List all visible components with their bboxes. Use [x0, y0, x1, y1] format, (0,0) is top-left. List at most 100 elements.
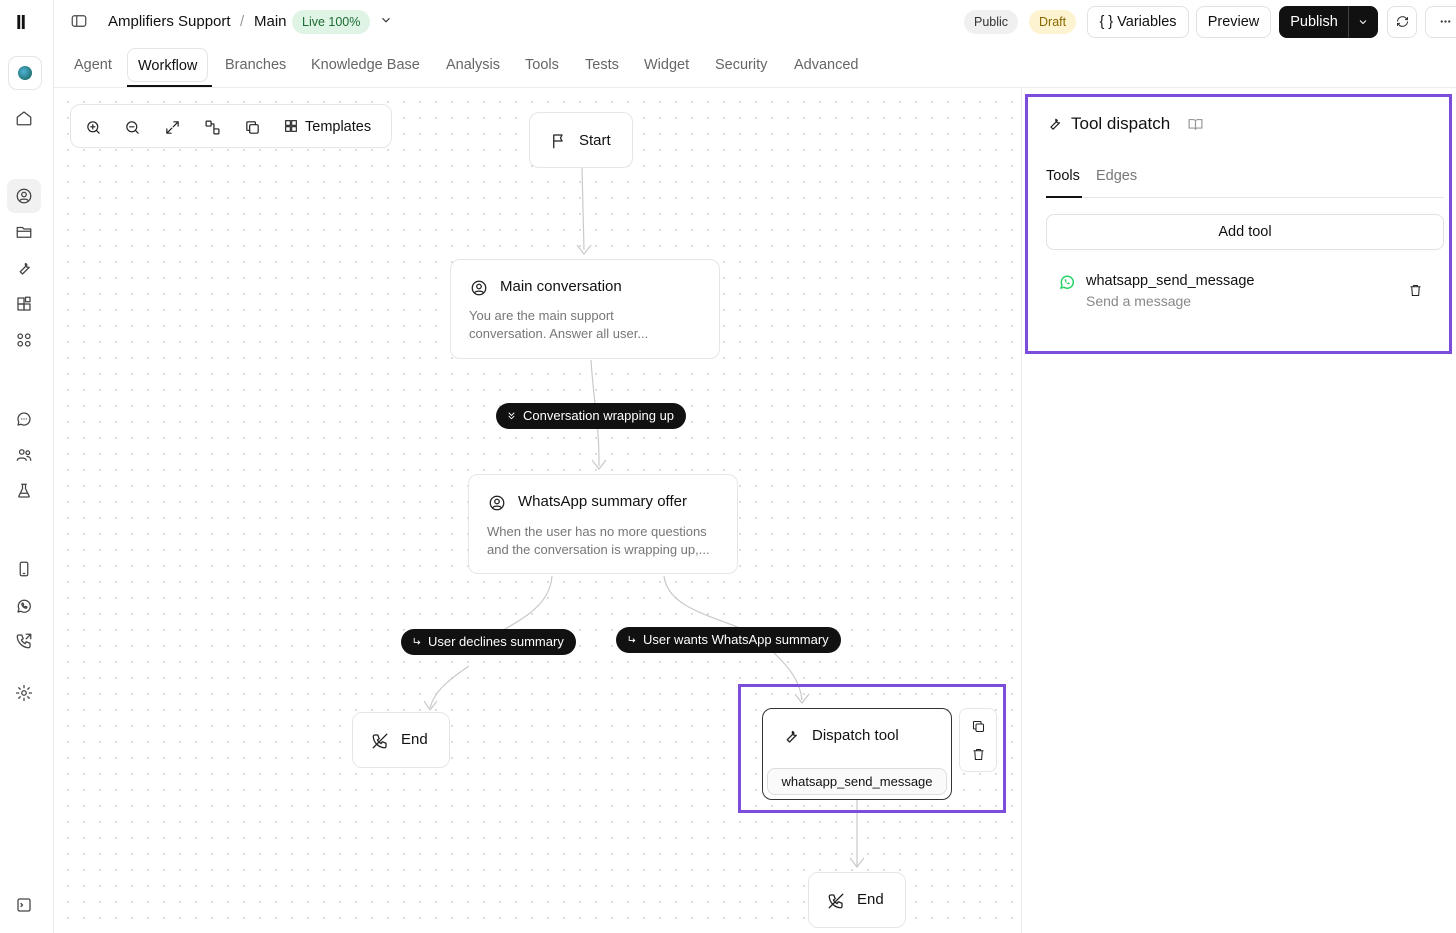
chevron-down-icon [1359, 20, 1367, 25]
tab-widget[interactable]: Widget [634, 48, 699, 82]
fit-view-icon[interactable] [161, 116, 183, 138]
sidebar-toggle-icon[interactable] [70, 12, 90, 32]
folder-icon[interactable] [7, 215, 41, 249]
live-badge: Live 100% [292, 10, 371, 34]
variables-button[interactable]: { } Variables [1087, 6, 1189, 38]
edge-label-wrapping-text: Conversation wrapping up [523, 408, 675, 423]
wrench-icon [1046, 115, 1064, 133]
dispatch-tool-node[interactable]: Dispatch tool whatsapp_send_message [762, 708, 952, 800]
workflow-canvas[interactable]: Templates Start Main conversation You ar… [54, 88, 1022, 933]
start-node-title: Start [579, 132, 611, 149]
conversations-icon[interactable] [7, 402, 41, 436]
tab-analysis[interactable]: Analysis [436, 48, 510, 82]
sync-button[interactable] [1387, 6, 1417, 38]
panel-tab-tools[interactable]: Tools [1046, 168, 1080, 184]
agent-icon [470, 279, 488, 297]
tool-list-item[interactable]: whatsapp_send_message Send a message [1046, 264, 1444, 314]
whatsapp-summary-node[interactable]: WhatsApp summary offer When the user has… [468, 474, 738, 574]
settings-icon[interactable] [7, 676, 41, 710]
branch-icon [413, 637, 421, 645]
flag-icon [550, 132, 568, 150]
edge-label-declines[interactable]: User declines summary [401, 629, 576, 655]
auto-layout-icon[interactable] [201, 116, 223, 138]
zoom-in-icon[interactable] [82, 116, 104, 138]
terminal-icon[interactable] [7, 888, 41, 922]
breadcrumb-branch[interactable]: Main [254, 13, 287, 30]
whatsapp-summary-title: WhatsApp summary offer [518, 493, 687, 510]
phone-off-icon [827, 892, 845, 910]
edge-label-wrapping[interactable]: Conversation wrapping up [496, 403, 687, 429]
phone-call-icon[interactable] [7, 624, 41, 658]
panel-title: Tool dispatch [1071, 114, 1171, 133]
tool-description: Send a message [1086, 293, 1192, 309]
apps-icon[interactable] [7, 323, 41, 357]
duplicate-icon[interactable] [241, 116, 263, 138]
panel-tab-edges[interactable]: Edges [1096, 168, 1137, 184]
flask-icon[interactable] [7, 474, 41, 508]
tab-tools[interactable]: Tools [515, 48, 569, 82]
end-node-bottom[interactable]: End [808, 872, 906, 928]
tool-name: whatsapp_send_message [1086, 273, 1255, 289]
templates-button[interactable]: Templates [283, 116, 371, 138]
tab-knowledge-base[interactable]: Knowledge Base [301, 48, 430, 82]
more-icon [1440, 20, 1451, 23]
tab-branches[interactable]: Branches [215, 48, 296, 82]
tab-security[interactable]: Security [705, 48, 777, 82]
trash-icon[interactable] [971, 747, 987, 763]
node-actions [959, 708, 997, 772]
wrench-icon[interactable] [7, 251, 41, 285]
end-node-bottom-title: End [857, 891, 884, 908]
chevron-down-icon[interactable] [379, 13, 393, 27]
draft-badge: Draft [1029, 10, 1077, 34]
left-rail: II [0, 0, 54, 933]
docs-icon[interactable] [1187, 116, 1205, 134]
grid-icon [285, 120, 297, 132]
panel-tabs: Tools Edges [1046, 158, 1444, 198]
whatsapp-rail-icon[interactable] [7, 589, 41, 623]
edge-label-wants-text: User wants WhatsApp summary [643, 632, 829, 647]
panel-active-tab-indicator [1046, 196, 1082, 198]
more-options-button[interactable] [1425, 6, 1456, 38]
chevrons-down-icon [508, 412, 515, 420]
breadcrumb-separator: / [240, 13, 245, 30]
templates-label: Templates [305, 119, 372, 135]
public-badge: Public [964, 10, 1019, 34]
zoom-out-icon[interactable] [121, 116, 143, 138]
edge-label-declines-text: User declines summary [428, 634, 564, 649]
edge-label-wants[interactable]: User wants WhatsApp summary [616, 627, 841, 653]
publish-options-button[interactable] [1348, 6, 1378, 38]
main-conversation-desc: You are the main support conversation. A… [469, 308, 649, 341]
integrations-icon[interactable] [7, 287, 41, 321]
branch-icon [628, 635, 636, 643]
workspace-avatar[interactable] [8, 56, 42, 90]
whatsapp-summary-desc: When the user has no more questions and … [487, 524, 710, 557]
tab-workflow[interactable]: Workflow [127, 48, 209, 82]
copy-icon[interactable] [971, 719, 987, 735]
dispatch-tool-chip[interactable]: whatsapp_send_message [767, 768, 947, 795]
tab-tests[interactable]: Tests [575, 48, 629, 82]
publish-button[interactable]: Publish [1279, 6, 1349, 38]
app-root: II Amplifiers Support / Main Live 100% P… [0, 0, 1456, 933]
preview-button[interactable]: Preview [1196, 6, 1271, 38]
users-icon[interactable] [7, 438, 41, 472]
active-tab-indicator [127, 85, 212, 87]
add-tool-button[interactable]: Add tool [1046, 214, 1444, 250]
phone-device-icon[interactable] [7, 552, 41, 586]
end-node-left[interactable]: End [352, 712, 450, 768]
home-icon[interactable] [7, 101, 41, 135]
tab-agent[interactable]: Agent [64, 48, 122, 82]
trash-icon[interactable] [1408, 283, 1424, 299]
breadcrumb-agent[interactable]: Amplifiers Support [108, 13, 231, 30]
start-node[interactable]: Start [529, 112, 633, 168]
whatsapp-icon [1058, 273, 1076, 291]
agents-icon[interactable] [7, 179, 41, 213]
workspace-logo-icon [18, 66, 32, 80]
canvas-toolbar: Templates [70, 104, 392, 148]
app-logo[interactable]: II [16, 12, 26, 35]
tab-advanced[interactable]: Advanced [784, 48, 869, 82]
node-settings-panel: Tool dispatch Tools Edges Add tool whats… [1023, 88, 1456, 933]
main-conversation-node[interactable]: Main conversation You are the main suppo… [450, 259, 720, 359]
main-conversation-title: Main conversation [500, 278, 622, 295]
agent-icon [488, 494, 506, 512]
phone-off-icon [371, 732, 389, 750]
